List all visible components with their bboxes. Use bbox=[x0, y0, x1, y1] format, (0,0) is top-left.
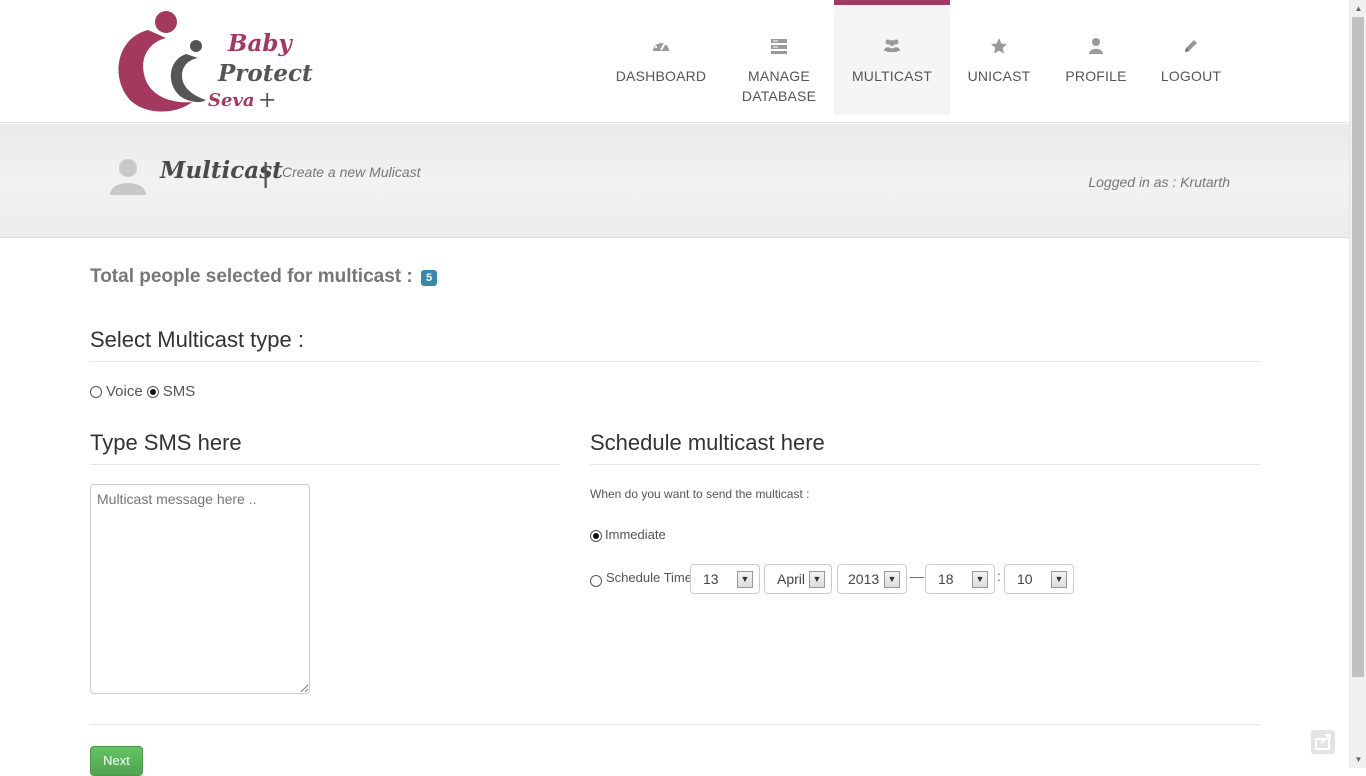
nav-item-logout[interactable]: LOGOUT bbox=[1151, 0, 1231, 115]
form-divider bbox=[90, 724, 1260, 725]
page-header-band: Multicast | Create a new Mulicast Logged… bbox=[0, 124, 1349, 238]
title-separator: | bbox=[262, 157, 270, 188]
share-arrow-icon bbox=[1315, 734, 1331, 750]
schedule-time-radio[interactable] bbox=[590, 575, 602, 587]
total-selected-label: Total people selected for multicast : bbox=[90, 266, 413, 287]
top-navbar: Baby Protect Seva + DASHBOARD MANAGE DAT… bbox=[0, 0, 1349, 123]
minute-value: 10 bbox=[1017, 571, 1033, 587]
year-select[interactable]: 2013 ▼ bbox=[837, 564, 907, 594]
database-icon bbox=[771, 39, 787, 54]
total-selected: Total people selected for multicast : 5 bbox=[90, 266, 438, 288]
multicast-type-heading: Select Multicast type : bbox=[90, 327, 1260, 362]
day-value: 13 bbox=[703, 571, 719, 587]
user-icon bbox=[1089, 38, 1103, 54]
scroll-up-arrow-icon[interactable]: ▲ bbox=[1350, 0, 1366, 17]
schedule-question: When do you want to send the multicast : bbox=[590, 487, 810, 501]
brand-text-protect: Protect bbox=[218, 60, 313, 87]
next-button[interactable]: Next bbox=[90, 746, 143, 776]
chevron-down-icon: ▼ bbox=[1051, 571, 1067, 588]
year-value: 2013 bbox=[848, 571, 880, 587]
schedule-time-label[interactable]: Schedule Time bbox=[606, 570, 692, 585]
hour-select[interactable]: 18 ▼ bbox=[925, 564, 995, 594]
immediate-label[interactable]: Immediate bbox=[605, 527, 666, 542]
nav-label-unicast: UNICAST bbox=[967, 68, 1031, 84]
user-avatar-icon bbox=[110, 159, 146, 195]
chevron-down-icon: ▼ bbox=[884, 571, 900, 588]
month-select[interactable]: April ▼ bbox=[764, 564, 832, 594]
page-subtitle: Create a new Mulicast bbox=[282, 164, 421, 180]
voice-radio[interactable] bbox=[90, 386, 102, 398]
nav-item-profile[interactable]: PROFILE bbox=[1058, 0, 1134, 115]
brand-logo[interactable]: Baby Protect Seva + bbox=[108, 8, 313, 116]
immediate-radio[interactable] bbox=[590, 530, 602, 542]
nav-label-multicast: MULTICAST bbox=[851, 68, 933, 84]
month-value: April bbox=[777, 571, 806, 587]
multicast-type-options: Voice SMS bbox=[90, 383, 199, 400]
share-icon[interactable] bbox=[1311, 730, 1335, 754]
total-count-badge: 5 bbox=[421, 270, 438, 286]
scrollbar-thumb[interactable] bbox=[1352, 17, 1364, 677]
nav-label-manage-database: MANAGE DATABASE bbox=[741, 68, 817, 104]
sms-radio-label[interactable]: SMS bbox=[163, 383, 196, 400]
immediate-option[interactable]: Immediate bbox=[590, 527, 666, 542]
nav-label-dashboard: DASHBOARD bbox=[615, 68, 707, 84]
sms-radio[interactable] bbox=[146, 386, 159, 398]
day-select[interactable]: 13 ▼ bbox=[690, 564, 760, 594]
nav-item-manage-database[interactable]: MANAGE DATABASE bbox=[727, 0, 831, 115]
hour-value: 18 bbox=[938, 571, 954, 587]
brand-text-seva: Seva bbox=[208, 90, 255, 111]
sms-heading: Type SMS here bbox=[90, 430, 560, 465]
nav-item-unicast[interactable]: UNICAST bbox=[957, 0, 1041, 115]
chevron-down-icon: ▼ bbox=[972, 571, 988, 588]
nav-label-profile: PROFILE bbox=[1065, 68, 1127, 84]
nav-item-multicast[interactable]: MULTICAST bbox=[834, 0, 950, 115]
nav-item-dashboard[interactable]: DASHBOARD bbox=[608, 0, 714, 115]
vertical-scrollbar[interactable]: ▲ ▼ bbox=[1349, 0, 1366, 768]
chevron-down-icon: ▼ bbox=[809, 571, 825, 588]
sms-message-textarea[interactable] bbox=[90, 484, 310, 694]
minute-select[interactable]: 10 ▼ bbox=[1004, 564, 1074, 594]
logged-in-label: Logged in as : Krutarth bbox=[1088, 174, 1230, 190]
schedule-heading: Schedule multicast here bbox=[590, 430, 1260, 465]
scroll-down-arrow-icon[interactable]: ▼ bbox=[1350, 751, 1366, 768]
voice-radio-label[interactable]: Voice bbox=[106, 383, 143, 400]
pencil-icon bbox=[1185, 40, 1197, 52]
time-colon: : bbox=[997, 568, 1001, 584]
star-icon bbox=[991, 38, 1007, 54]
chevron-down-icon: ▼ bbox=[737, 571, 753, 588]
dashboard-icon bbox=[653, 40, 669, 51]
group-icon bbox=[884, 39, 900, 52]
brand-text-plus: + bbox=[258, 88, 277, 113]
brand-text-baby: Baby bbox=[228, 30, 292, 57]
date-time-separator: — bbox=[910, 568, 924, 584]
nav-label-logout: LOGOUT bbox=[1160, 68, 1222, 84]
